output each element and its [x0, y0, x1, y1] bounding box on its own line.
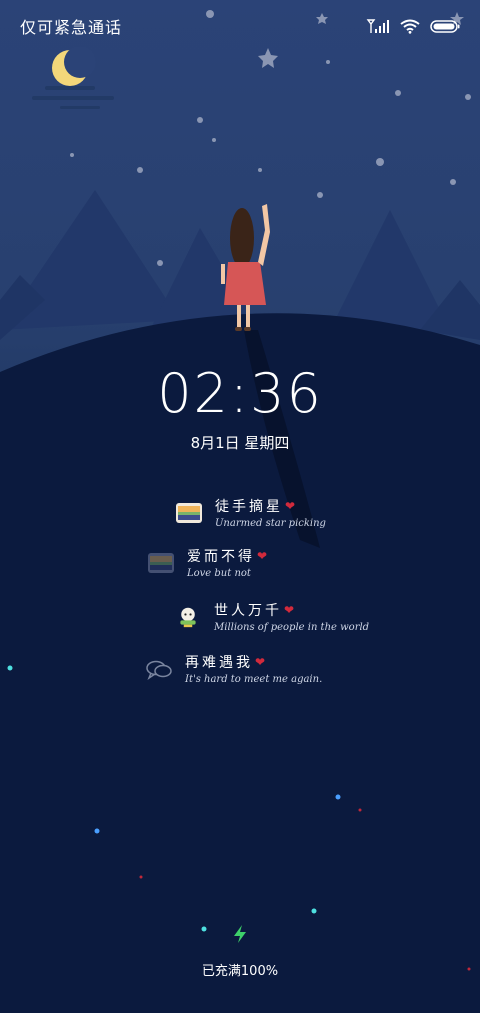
- heart-icon: ❤: [285, 499, 299, 513]
- signal-icon: [366, 19, 389, 33]
- notification-title: 世人万千: [214, 603, 282, 619]
- wifi-icon: [400, 19, 420, 34]
- notification-item[interactable]: 爱而不得 ❤ Love but not: [147, 546, 270, 579]
- status-bar: 仅可紧急通话: [20, 14, 460, 38]
- heart-icon: ❤: [257, 549, 271, 563]
- notification-title: 爱而不得: [187, 549, 255, 565]
- battery-icon: [430, 20, 460, 33]
- lockscreen-time: 02:36: [157, 362, 323, 425]
- notification-item[interactable]: 徒手摘星 ❤ Unarmed star picking: [175, 496, 326, 529]
- notification-subtitle: Love but not: [187, 568, 251, 579]
- notification-subtitle: Millions of people in the world: [214, 622, 370, 633]
- sunset-photo-icon: [176, 502, 202, 523]
- notification-item[interactable]: 世人万千 ❤ Millions of people in the world: [174, 600, 369, 633]
- stars: [70, 10, 471, 266]
- mountain-right: [330, 210, 450, 330]
- cartoon-character-icon: [180, 607, 196, 627]
- notification-title: 徒手摘星: [215, 499, 283, 515]
- notification-subtitle: Unarmed star picking: [215, 518, 326, 529]
- heart-icon: ❤: [255, 655, 269, 669]
- charging-status: 已充满100%: [201, 964, 279, 979]
- lockscreen-date: 8月1日 星期四: [190, 434, 290, 452]
- notification-title: 再难遇我: [185, 655, 253, 671]
- chat-bubbles-icon: [146, 660, 172, 680]
- carrier-text: 仅可紧急通话: [20, 18, 123, 37]
- sunset-photo-icon: [148, 552, 174, 573]
- notification-item[interactable]: 再难遇我 ❤ It's hard to meet me again.: [145, 652, 322, 685]
- heart-icon: ❤: [284, 603, 298, 617]
- notification-subtitle: It's hard to meet me again.: [185, 674, 323, 685]
- lightning-icon: [234, 925, 246, 943]
